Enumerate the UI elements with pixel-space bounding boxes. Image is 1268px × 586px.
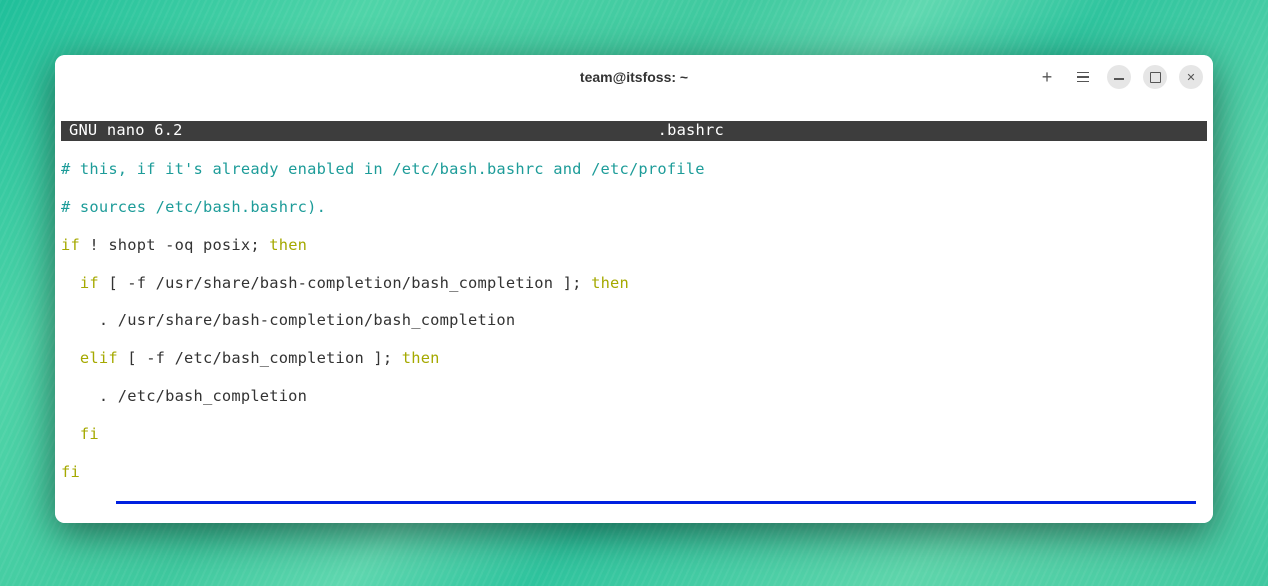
nano-app-name: GNU nano 6.2 bbox=[69, 121, 183, 140]
titlebar[interactable]: team@itsfoss: ~ bbox=[55, 55, 1213, 99]
nano-filename: .bashrc bbox=[183, 121, 1199, 140]
code-line: if ! shopt -oq posix; then bbox=[61, 236, 1207, 255]
hamburger-menu-icon[interactable] bbox=[1071, 65, 1095, 89]
code-line: . /usr/share/bash-completion/bash_comple… bbox=[61, 311, 1207, 330]
titlebar-controls bbox=[1035, 65, 1203, 89]
maximize-button[interactable] bbox=[1143, 65, 1167, 89]
code-line: if [ -f /usr/share/bash-completion/bash_… bbox=[61, 274, 1207, 293]
code-line: fi bbox=[61, 425, 1207, 444]
close-button[interactable] bbox=[1179, 65, 1203, 89]
code-line: . /etc/bash_completion bbox=[61, 387, 1207, 406]
code-line: # this, if it's already enabled in /etc/… bbox=[61, 160, 1207, 179]
minimize-button[interactable] bbox=[1107, 65, 1131, 89]
new-tab-button[interactable] bbox=[1035, 65, 1059, 89]
window-title: team@itsfoss: ~ bbox=[580, 69, 688, 85]
separator-line-icon bbox=[116, 501, 1196, 504]
terminal-content[interactable]: GNU nano 6.2.bashrc # this, if it's alre… bbox=[55, 99, 1213, 523]
terminal-window: team@itsfoss: ~ GNU nano 6.2.bashrc # th… bbox=[55, 55, 1213, 523]
code-line: # sources /etc/bash.bashrc). bbox=[61, 198, 1207, 217]
nano-header: GNU nano 6.2.bashrc bbox=[61, 121, 1207, 141]
code-line: elif [ -f /etc/bash_completion ]; then bbox=[61, 349, 1207, 368]
code-line: fi bbox=[61, 463, 1207, 482]
